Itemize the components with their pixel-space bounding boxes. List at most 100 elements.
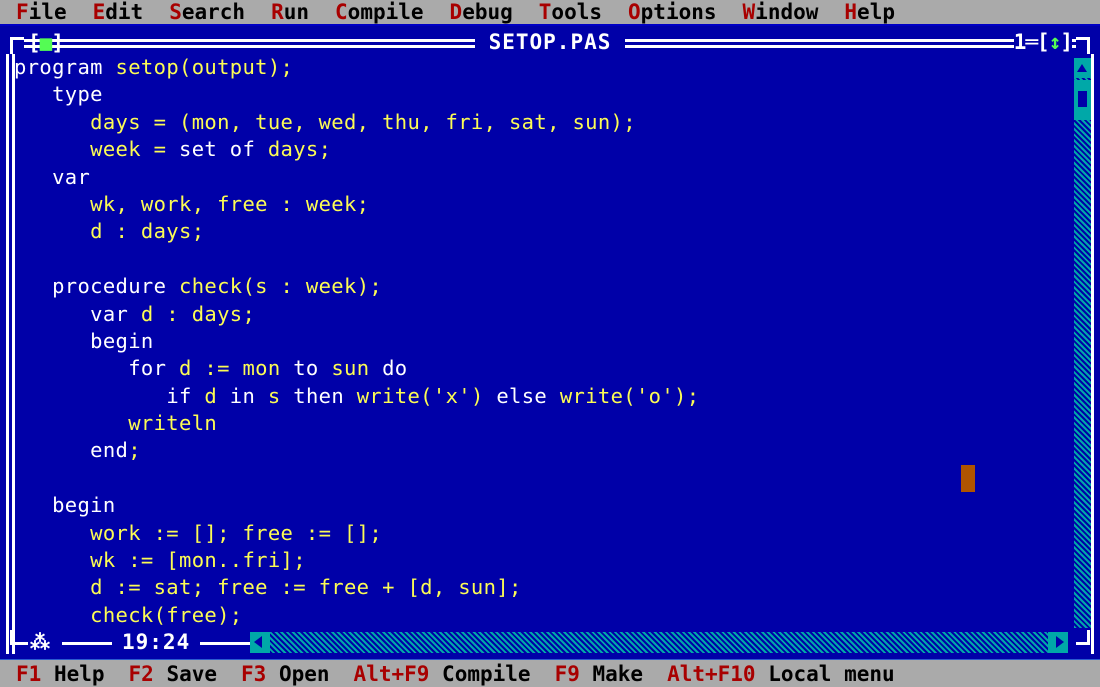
code-line: program setop(output); <box>14 54 1074 81</box>
status-key-compile: Alt+F9 <box>353 661 430 686</box>
window-number-text: 1═[ <box>1013 30 1050 54</box>
menu-label-compile: ompile <box>347 0 424 24</box>
window-number-zoom-button[interactable]: 1═[↕] <box>1013 30 1073 54</box>
status-key-local-menu: Alt+F10 <box>667 661 756 686</box>
code-text: d := mon <box>166 356 294 381</box>
code-keyword: in <box>229 383 256 408</box>
code-line: var d : days; <box>14 301 1074 328</box>
window-frame-right <box>1091 54 1094 654</box>
menu-item-tools[interactable]: Tools <box>539 0 602 24</box>
menu-label-help: elp <box>857 0 895 24</box>
scroll-left-arrow-icon[interactable] <box>250 632 270 653</box>
menu-hotkey-debug: D <box>449 0 463 24</box>
menu-item-window[interactable]: Window <box>743 0 819 24</box>
menu-label-run: un <box>283 0 310 24</box>
code-text: week = <box>14 137 179 162</box>
code-keyword: program <box>14 55 103 79</box>
menu-item-search[interactable]: Search <box>169 0 245 24</box>
menu-item-options[interactable]: Options <box>628 0 717 24</box>
code-keyword: else <box>496 383 548 408</box>
code-keyword: set of <box>179 137 256 162</box>
menu-item-debug[interactable]: Debug <box>450 0 513 24</box>
vertical-scrollbar-thumb[interactable] <box>1074 80 1091 120</box>
code-text: sun <box>318 356 383 381</box>
bottom-rule-c <box>192 642 252 645</box>
menu-hotkey-options: O <box>628 0 641 24</box>
code-keyword: type <box>52 82 103 107</box>
bottom-corner-left <box>10 630 24 645</box>
code-keyword: to <box>293 356 319 381</box>
menu-bar: File Edit Search Run Compile Debug Tools Option… <box>0 0 1100 26</box>
code-editor-text[interactable]: program setop(output); type days = (mon,… <box>14 54 1074 630</box>
code-text: work := []; free := []; <box>14 520 383 545</box>
menu-item-compile[interactable]: Compile <box>335 0 424 24</box>
code-line: procedure check(s : week); <box>14 273 1074 300</box>
code-text: days = (mon, tue, wed, thu, fri, sat, su… <box>14 109 636 134</box>
menu-hotkey-tools: T <box>538 0 552 24</box>
code-keyword: for <box>128 356 167 381</box>
vertical-scrollbar-track[interactable] <box>1074 58 1091 628</box>
status-item-open[interactable]: F3 Open <box>241 661 330 687</box>
window-resize-handle[interactable]: ⁂ <box>28 630 52 654</box>
code-text: days; <box>255 137 332 162</box>
status-item-local-menu[interactable]: Alt+F10 Local menu <box>667 661 895 687</box>
code-keyword: end <box>90 438 129 463</box>
status-item-help[interactable]: F1 Help <box>16 661 105 687</box>
code-text: check(s : week); <box>166 274 383 299</box>
code-keyword: do <box>382 356 408 381</box>
code-text: ; <box>128 438 141 463</box>
menu-hotkey-search: S <box>169 0 182 24</box>
menu-hotkey-compile: C <box>335 0 348 24</box>
code-line: begin <box>14 328 1074 355</box>
code-text: d : days; <box>14 219 205 244</box>
menu-item-edit[interactable]: Edit <box>93 0 144 24</box>
code-text: wk, work, free : week; <box>14 191 370 216</box>
status-item-save[interactable]: F2 Save <box>129 661 218 687</box>
menu-hotkey-help: H <box>844 0 858 24</box>
code-keyword: begin <box>90 328 154 353</box>
status-label-help: Help <box>41 661 105 686</box>
menu-hotkey-window: W <box>742 0 756 24</box>
status-item-make[interactable]: F9 Make <box>555 661 644 687</box>
scroll-up-arrow-icon[interactable] <box>1074 58 1091 78</box>
window-bottom-bar: ⁂ 19:24 <box>0 630 1100 656</box>
editor-window: [■] SETOP.PAS 1═[↕] program setop(output… <box>0 28 1100 656</box>
status-item-compile[interactable]: Alt+F9 Compile <box>354 661 531 687</box>
window-title-bar[interactable]: [■] SETOP.PAS 1═[↕] <box>0 28 1100 54</box>
cursor-position-indicator: 19:24 <box>112 630 201 654</box>
status-bar: F1 Help F2 Save F3 Open Alt+F9 Compile F9 Ma… <box>0 659 1100 687</box>
menu-label-file: ile <box>28 0 67 24</box>
status-label-open: Open <box>266 661 330 686</box>
status-label-compile: Compile <box>429 661 531 686</box>
menu-item-help[interactable]: Help <box>844 0 895 24</box>
code-line: for d := mon to sun do <box>14 355 1074 382</box>
code-keyword: then <box>293 383 345 408</box>
menu-item-run[interactable]: Run <box>271 0 309 24</box>
code-text: d := sat; free := free + [d, sun]; <box>14 575 522 600</box>
menu-label-search: earch <box>181 0 246 24</box>
menu-label-window: indow <box>755 0 819 24</box>
horizontal-scrollbar-track[interactable] <box>250 632 1068 653</box>
code-keyword: if <box>166 383 192 408</box>
code-line: var <box>14 164 1074 191</box>
code-line: d := sat; free := free + [d, sun]; <box>14 574 1074 601</box>
menu-hotkey-run: R <box>271 0 284 24</box>
menu-hotkey-file: F <box>16 0 29 24</box>
menu-hotkey-edit: E <box>92 0 106 24</box>
menu-item-file[interactable]: File <box>16 0 67 24</box>
status-key-make: F9 <box>554 661 580 686</box>
code-line: begin <box>14 492 1074 519</box>
code-text: check(free); <box>14 602 243 627</box>
status-label-local-menu: Local menu <box>755 661 895 686</box>
code-text: wk := [mon..fri]; <box>14 548 306 573</box>
code-text: write('o'); <box>547 383 700 408</box>
scroll-right-arrow-icon[interactable] <box>1048 632 1068 653</box>
text-cursor <box>961 465 975 492</box>
code-line: end; <box>14 437 1074 464</box>
